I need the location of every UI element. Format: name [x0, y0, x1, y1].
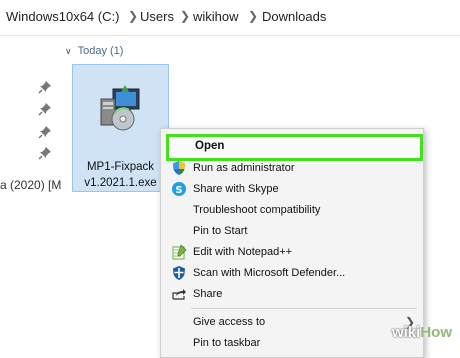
- defender-icon: [173, 266, 185, 280]
- breadcrumb-chevron-icon: ❯: [128, 9, 139, 23]
- menu-item-open[interactable]: Open: [166, 134, 423, 161]
- context-menu: Open Run as administrator S Share with S…: [160, 128, 424, 358]
- breadcrumb-users[interactable]: Users: [140, 9, 174, 24]
- menu-item-give-access-to[interactable]: Give access to ❯: [161, 312, 423, 333]
- notepadpp-icon: [172, 244, 187, 260]
- menu-item-troubleshoot-compatibility[interactable]: Troubleshoot compatibility: [161, 200, 423, 221]
- svg-text:S: S: [175, 185, 182, 196]
- breadcrumb-downloads[interactable]: Downloads: [262, 9, 326, 24]
- address-bar[interactable]: Windows10x64 (C:) ❯ Users ❯ wikihow ❯ Do…: [0, 0, 460, 36]
- pin-icon[interactable]: [38, 102, 52, 116]
- nav-item-truncated[interactable]: a (2020) [M: [0, 178, 61, 192]
- breadcrumb-wikihow[interactable]: wikihow: [193, 9, 239, 24]
- menu-item-share[interactable]: Share: [161, 284, 423, 305]
- navigation-pane: a (2020) [M: [0, 36, 62, 345]
- watermark-logo: wikiHow: [391, 324, 452, 341]
- group-label: Today (1): [77, 45, 124, 57]
- installer-icon: [100, 85, 140, 131]
- menu-divider: [191, 308, 417, 309]
- pin-icon[interactable]: [38, 146, 52, 160]
- menu-item-scan-with-defender[interactable]: Scan with Microsoft Defender...: [161, 263, 423, 284]
- group-header-today[interactable]: ∨ Today (1): [65, 45, 123, 57]
- breadcrumb-drive[interactable]: Windows10x64 (C:): [6, 9, 119, 24]
- menu-item-pin-to-start[interactable]: Pin to Start: [161, 221, 423, 242]
- chevron-down-icon: ∨: [65, 46, 72, 56]
- menu-item-edit-with-notepadpp[interactable]: Edit with Notepad++: [161, 242, 423, 263]
- share-icon: [172, 289, 186, 300]
- pin-icon[interactable]: [38, 80, 52, 94]
- menu-item-pin-to-taskbar[interactable]: Pin to taskbar: [161, 333, 423, 354]
- file-tile[interactable]: MP1-Fixpack v1.2021.1.exe: [72, 64, 169, 192]
- breadcrumb-chevron-icon: ❯: [180, 9, 191, 23]
- menu-item-share-with-skype[interactable]: S Share with Skype: [161, 179, 423, 200]
- breadcrumb-chevron-icon: ❯: [248, 9, 259, 23]
- file-name: MP1-Fixpack v1.2021.1.exe: [84, 161, 157, 189]
- menu-item-run-as-administrator[interactable]: Run as administrator: [161, 158, 423, 179]
- pin-icon[interactable]: [38, 125, 52, 139]
- uac-shield-icon: [173, 161, 185, 175]
- skype-icon: S: [172, 182, 186, 196]
